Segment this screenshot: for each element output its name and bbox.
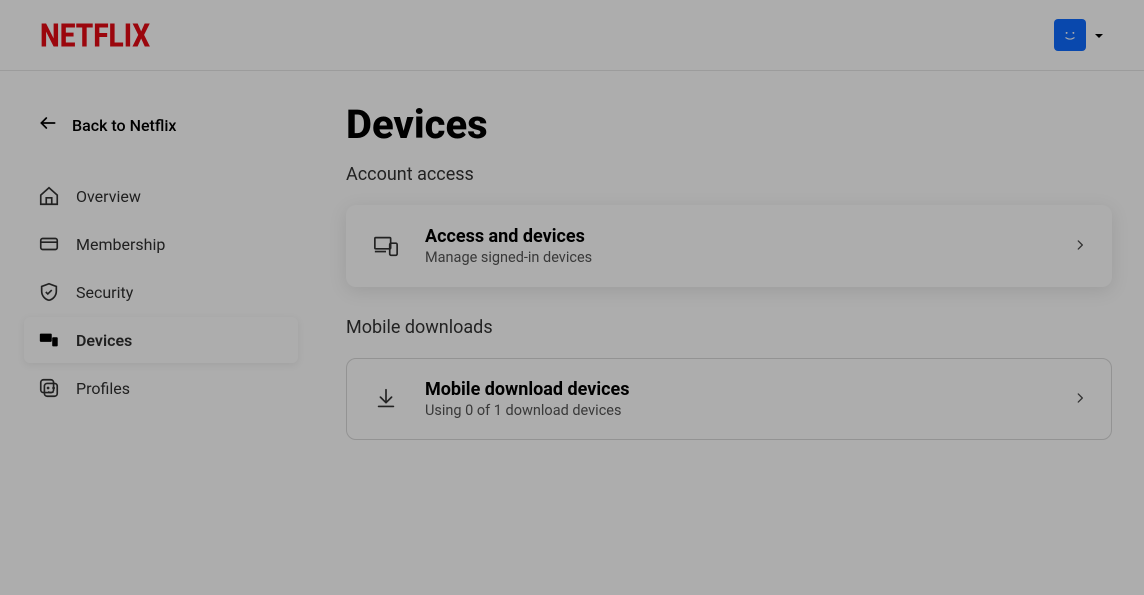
section-mobile-downloads: Mobile downloads Mobile download devices… <box>346 317 1112 440</box>
sidebar-item-overview[interactable]: Overview <box>24 173 298 219</box>
netflix-logo[interactable]: NETFLIX <box>40 16 150 54</box>
page-root: NETFLIX Back to Netflix <box>0 0 1144 595</box>
avatar <box>1054 19 1086 51</box>
sidebar-item-devices[interactable]: Devices <box>24 317 298 363</box>
home-icon <box>38 185 60 207</box>
section-heading: Account access <box>346 164 1112 185</box>
page-title: Devices <box>346 101 1112 148</box>
card-text: Access and devices Manage signed-in devi… <box>425 226 1049 266</box>
chevron-right-icon <box>1073 390 1087 409</box>
sidebar-item-label: Security <box>76 283 133 302</box>
card-subtitle: Using 0 of 1 download devices <box>425 402 1049 419</box>
card-access-and-devices[interactable]: Access and devices Manage signed-in devi… <box>346 205 1112 287</box>
sidebar: Back to Netflix Overview Membership <box>0 71 310 470</box>
nav-list: Overview Membership Security <box>24 173 298 411</box>
main: Devices Account access Access and device… <box>310 71 1144 470</box>
section-heading: Mobile downloads <box>346 317 1112 338</box>
card-icon <box>38 233 60 255</box>
download-icon <box>371 386 401 412</box>
back-to-netflix-link[interactable]: Back to Netflix <box>24 105 298 145</box>
card-title: Access and devices <box>425 226 1049 247</box>
section-account-access: Account access Access and devices Manage… <box>346 164 1112 287</box>
chevron-right-icon <box>1073 237 1087 256</box>
sidebar-item-security[interactable]: Security <box>24 269 298 315</box>
card-subtitle: Manage signed-in devices <box>425 249 1049 266</box>
devices-icon <box>38 329 60 351</box>
content: Back to Netflix Overview Membership <box>0 71 1144 470</box>
shield-icon <box>38 281 60 303</box>
card-text: Mobile download devices Using 0 of 1 dow… <box>425 379 1049 419</box>
sidebar-item-label: Profiles <box>76 379 130 398</box>
sidebar-item-label: Devices <box>76 331 132 350</box>
sidebar-item-profiles[interactable]: Profiles <box>24 365 298 411</box>
arrow-left-icon <box>38 113 58 137</box>
profiles-icon <box>38 377 60 399</box>
sidebar-item-membership[interactable]: Membership <box>24 221 298 267</box>
back-label: Back to Netflix <box>72 116 176 135</box>
sidebar-item-label: Membership <box>76 235 165 254</box>
card-title: Mobile download devices <box>425 379 1049 400</box>
monitor-phone-icon <box>371 233 401 259</box>
caret-down-icon <box>1094 26 1104 45</box>
card-mobile-download-devices[interactable]: Mobile download devices Using 0 of 1 dow… <box>346 358 1112 440</box>
header: NETFLIX <box>0 0 1144 71</box>
profile-menu[interactable] <box>1054 19 1104 51</box>
sidebar-item-label: Overview <box>76 187 141 206</box>
